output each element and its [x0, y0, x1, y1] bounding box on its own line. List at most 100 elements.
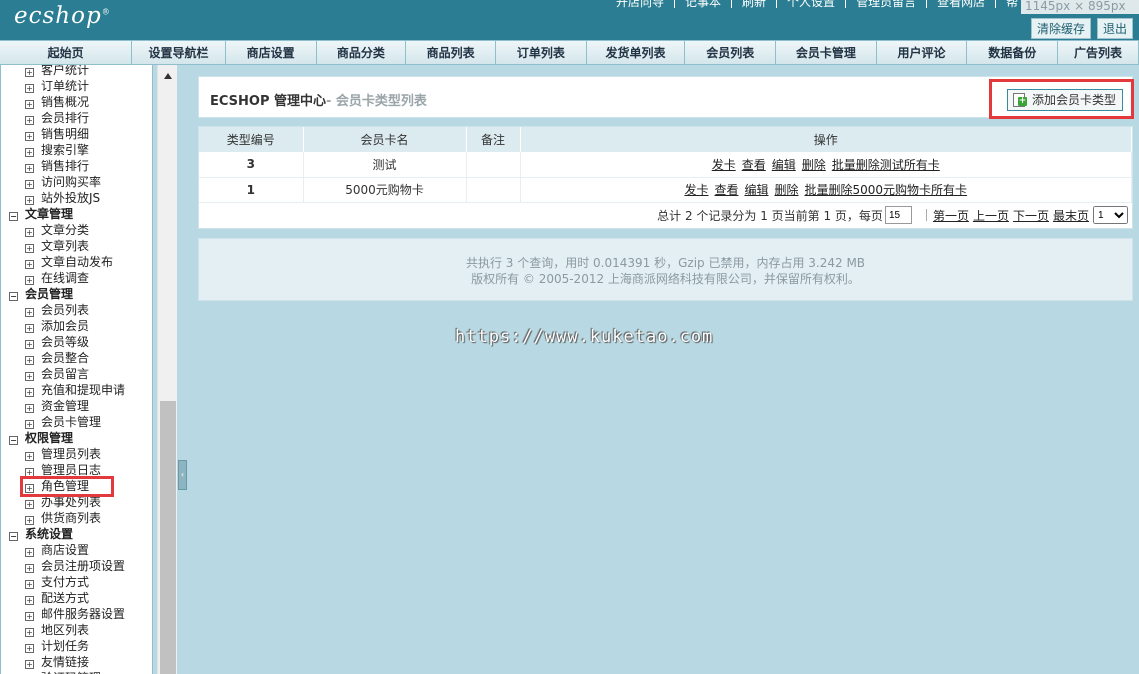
sidebar-scrollbar[interactable] [157, 65, 177, 674]
sidebar-item[interactable]: + 会员列表 [9, 302, 152, 318]
edit-link[interactable]: 编辑 [772, 158, 796, 172]
col-actions: 操作 [520, 127, 1132, 152]
sidebar-menu: + 客户统计 + 订单统计 + 销售概况 + 会员排行 + 销售明细 + 搜索引擎 + 销售排行 + 访问购买… [9, 65, 152, 674]
sidebar-group[interactable]: − 文章管理 [9, 206, 152, 222]
sidebar-item[interactable]: + 在线调查 [9, 270, 152, 286]
delete-link[interactable]: 删除 [802, 158, 826, 172]
batch-delete-link[interactable]: 批量删除测试所有卡 [832, 158, 940, 172]
scroll-up-icon[interactable] [164, 73, 172, 79]
sidebar-item[interactable]: + 搜索引擎 [9, 142, 152, 158]
sidebar-item-label: 文章分类 [41, 223, 90, 237]
sidebar-item-label: 办事处列表 [41, 495, 102, 509]
sidebar-item[interactable]: + 会员卡管理 [9, 414, 152, 430]
sidebar-item[interactable]: + 文章自动发布 [9, 254, 152, 270]
page-select[interactable]: 1 [1093, 206, 1128, 224]
expand-icon: + [25, 100, 34, 109]
add-card-type-button[interactable]: 添加会员卡类型 [1007, 89, 1124, 111]
expand-icon: + [25, 84, 34, 93]
sidebar-item[interactable]: + 文章分类 [9, 222, 152, 238]
sidebar-item[interactable]: + 销售排行 [9, 158, 152, 174]
top-link-messages[interactable]: 管理员留言 [845, 0, 926, 8]
tab-start[interactable]: 起始页 [0, 41, 133, 64]
logout-button[interactable]: 退出 [1096, 18, 1133, 39]
expand-icon: + [25, 324, 34, 333]
issue-card-link[interactable]: 发卡 [684, 183, 708, 197]
sidebar-item[interactable]: + 会员排行 [9, 110, 152, 126]
prev-page-link[interactable]: 上一页 [973, 207, 1009, 224]
batch-delete-link[interactable]: 批量删除5000元购物卡所有卡 [805, 183, 968, 197]
tab-goods-category[interactable]: 商品分类 [316, 41, 407, 64]
clear-cache-button[interactable]: 清除缓存 [1030, 18, 1091, 39]
sidebar-item-label: 会员卡管理 [41, 415, 102, 429]
expand-icon: + [25, 644, 34, 653]
expand-icon: + [25, 388, 34, 397]
tab-goods-list[interactable]: 商品列表 [406, 41, 497, 64]
sidebar-item[interactable]: + 销售明细 [9, 126, 152, 142]
sidebar-item[interactable]: + 会员注册项设置 [9, 558, 152, 574]
sidebar-item[interactable]: + 充值和提现申请 [9, 382, 152, 398]
delete-link[interactable]: 删除 [774, 183, 798, 197]
top-link-wizard[interactable]: 开店向导 [606, 0, 674, 8]
top-link-notepad[interactable]: 记事本 [674, 0, 731, 8]
sidebar-item[interactable]: + 添加会员 [9, 318, 152, 334]
sidebar-item[interactable]: + 访问购买率 [9, 174, 152, 190]
sidebar-item-label: 站外投放JS [41, 191, 101, 205]
tab-comments[interactable]: 用户评论 [876, 41, 968, 64]
card-type-list: 类型编号 会员卡名 备注 操作 3 测试 发卡 查看 编辑 删除 批量删除测试所有卡 1 [198, 126, 1133, 229]
sidebar-item[interactable]: + 供货商列表 [9, 510, 152, 526]
sidebar-item[interactable]: + 文章列表 [9, 238, 152, 254]
view-link[interactable]: 查看 [742, 158, 766, 172]
tab-member-card[interactable]: 会员卡管理 [776, 41, 877, 64]
tab-shop-settings[interactable]: 商店设置 [225, 41, 317, 64]
sidebar-group[interactable]: − 权限管理 [9, 430, 152, 446]
top-link-profile[interactable]: 个人设置 [776, 0, 845, 8]
first-page-link[interactable]: 第一页 [933, 207, 969, 224]
tab-nav-settings[interactable]: 设置导航栏 [132, 41, 226, 64]
sidebar-item[interactable]: + 地区列表 [9, 622, 152, 638]
sidebar-item[interactable]: + 邮件服务器设置 [9, 606, 152, 622]
sidebar-item[interactable]: + 会员留言 [9, 366, 152, 382]
tab-ad-list[interactable]: 广告列表 [1058, 41, 1139, 64]
ecshop-logo[interactable]: ecshop® [14, 3, 111, 29]
sidebar-group[interactable]: − 会员管理 [9, 286, 152, 302]
sidebar-item-label: 系统设置 [25, 527, 74, 541]
top-link-refresh[interactable]: 刷新 [731, 0, 776, 8]
type-id: 1 [199, 177, 304, 203]
highlight-box [20, 476, 114, 497]
expand-icon: + [25, 500, 34, 509]
tab-backup[interactable]: 数据备份 [967, 41, 1059, 64]
expand-icon: + [25, 68, 34, 77]
sidebar-item[interactable]: + 站外投放JS [9, 190, 152, 206]
sidebar-item-label: 地区列表 [41, 623, 90, 637]
title-bar: ECSHOP 管理中心- 会员卡类型列表 添加会员卡类型 [198, 76, 1134, 119]
sidebar-item[interactable]: + 会员等级 [9, 334, 152, 350]
view-link[interactable]: 查看 [714, 183, 738, 197]
sidebar-item[interactable]: +验证码管理 [9, 670, 152, 674]
tab-member-list[interactable]: 会员列表 [685, 41, 777, 64]
tab-delivery-list[interactable]: 发货单列表 [586, 41, 686, 64]
sidebar-item[interactable]: + 订单统计 [9, 78, 152, 94]
expand-icon: + [25, 180, 34, 189]
sidebar-item[interactable]: + 计划任务 [9, 638, 152, 654]
last-page-link[interactable]: 最末页 [1053, 207, 1089, 224]
tab-order-list[interactable]: 订单列表 [496, 41, 587, 64]
collapse-sidebar-handle[interactable]: ‹ [178, 460, 187, 490]
pager-divider [925, 209, 927, 221]
next-page-link[interactable]: 下一页 [1013, 207, 1049, 224]
sidebar-item[interactable]: + 管理员列表 [9, 446, 152, 462]
sidebar-item[interactable]: + 友情链接 [9, 654, 152, 670]
sidebar-item[interactable]: + 会员整合 [9, 350, 152, 366]
footer: 共执行 3 个查询，用时 0.014391 秒，Gzip 已禁用，内存占用 3.… [198, 237, 1133, 301]
edit-link[interactable]: 编辑 [744, 183, 768, 197]
sidebar-item[interactable]: + 商店设置 [9, 542, 152, 558]
sidebar-group[interactable]: − 系统设置 [9, 526, 152, 542]
issue-card-link[interactable]: 发卡 [712, 158, 736, 172]
sidebar-item[interactable]: + 客户统计 [9, 65, 152, 78]
scroll-thumb[interactable] [160, 401, 176, 674]
sidebar-item[interactable]: + 支付方式 [9, 574, 152, 590]
sidebar-item[interactable]: + 资金管理 [9, 398, 152, 414]
sidebar-item[interactable]: + 销售概况 [9, 94, 152, 110]
top-link-view-shop[interactable]: 查看网店 [926, 0, 995, 8]
per-page-input[interactable] [884, 206, 912, 224]
sidebar-item[interactable]: + 配送方式 [9, 590, 152, 606]
